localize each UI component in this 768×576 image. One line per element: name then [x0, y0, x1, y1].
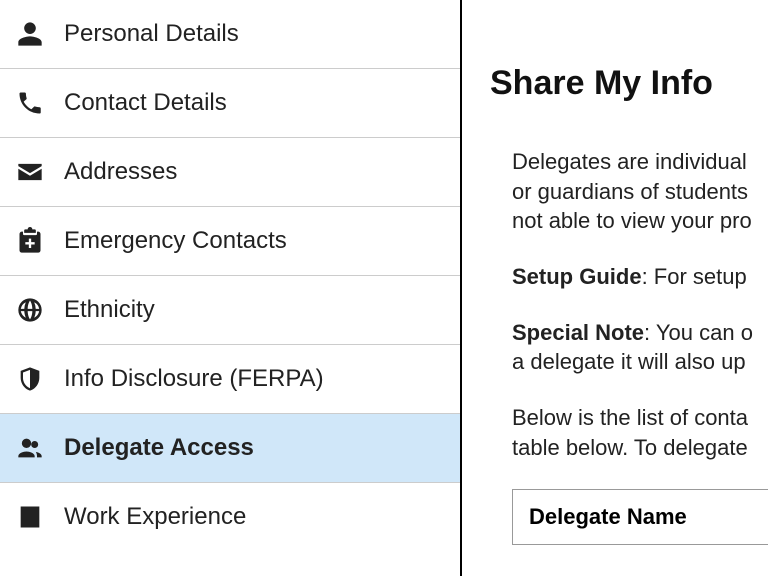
- sidebar-item-label: Personal Details: [64, 20, 239, 48]
- sidebar-item-addresses[interactable]: Addresses: [0, 138, 460, 207]
- building-icon: [14, 501, 46, 533]
- sidebar-item-info-disclosure[interactable]: Info Disclosure (FERPA): [0, 345, 460, 414]
- sidebar-item-contact-details[interactable]: Contact Details: [0, 69, 460, 138]
- delegate-table: Delegate Name: [490, 489, 768, 545]
- sidebar-item-personal-details[interactable]: Personal Details: [0, 0, 460, 69]
- sidebar-item-label: Contact Details: [64, 89, 227, 117]
- sidebar-item-work-experience[interactable]: Work Experience: [0, 483, 460, 551]
- sidebar-item-ethnicity[interactable]: Ethnicity: [0, 276, 460, 345]
- users-icon: [14, 432, 46, 464]
- special-note-paragraph: Special Note: You can o a delegate it wi…: [512, 318, 768, 377]
- shield-icon: [14, 363, 46, 395]
- sidebar: Personal Details Contact Details Address…: [0, 0, 462, 576]
- sidebar-item-label: Info Disclosure (FERPA): [64, 365, 324, 393]
- page-heading: Share My Info: [490, 64, 768, 103]
- sidebar-item-delegate-access[interactable]: Delegate Access: [0, 414, 460, 483]
- sidebar-item-label: Emergency Contacts: [64, 227, 287, 255]
- list-intro-paragraph: Below is the list of conta table below. …: [512, 403, 768, 462]
- envelope-icon: [14, 156, 46, 188]
- table-header-delegate-name: Delegate Name: [512, 489, 768, 545]
- phone-icon: [14, 87, 46, 119]
- sidebar-item-emergency-contacts[interactable]: Emergency Contacts: [0, 207, 460, 276]
- sidebar-item-label: Delegate Access: [64, 434, 254, 462]
- setup-guide-paragraph: Setup Guide: For setup: [512, 262, 768, 292]
- person-icon: [14, 18, 46, 50]
- sidebar-item-label: Ethnicity: [64, 296, 155, 324]
- globe-icon: [14, 294, 46, 326]
- content-body: Delegates are individual or guardians of…: [490, 147, 768, 463]
- sidebar-item-label: Addresses: [64, 158, 177, 186]
- sidebar-item-label: Work Experience: [64, 503, 246, 531]
- main-content: Share My Info Delegates are individual o…: [462, 0, 768, 576]
- clipboard-plus-icon: [14, 225, 46, 257]
- intro-paragraph: Delegates are individual or guardians of…: [512, 147, 768, 236]
